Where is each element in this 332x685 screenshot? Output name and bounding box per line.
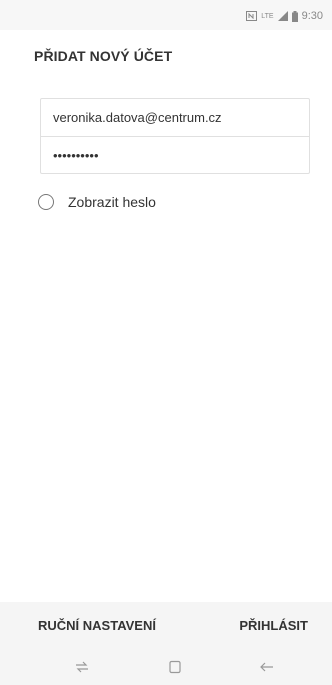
login-form	[40, 98, 310, 174]
show-password-option[interactable]: Zobrazit heslo	[38, 192, 156, 212]
page-title: PŘIDAT NOVÝ ÚČET	[34, 48, 173, 64]
status-icons: LTE 9:30	[246, 9, 323, 23]
action-bar: RUČNÍ NASTAVENÍ PŘIHLÁSIT	[0, 602, 332, 648]
battery-icon	[291, 10, 298, 22]
nfc-icon	[246, 11, 258, 21]
back-icon[interactable]	[258, 658, 276, 676]
status-bar: LTE 9:30	[0, 0, 332, 30]
home-icon[interactable]	[166, 658, 184, 676]
lte-icon: LTE	[261, 12, 274, 20]
password-field[interactable]	[41, 137, 309, 174]
email-field[interactable]	[41, 99, 309, 136]
navigation-bar	[0, 648, 332, 685]
clock: 9:30	[301, 10, 323, 22]
show-password-label: Zobrazit heslo	[68, 194, 156, 210]
show-password-radio[interactable]	[38, 194, 54, 210]
signal-icon	[277, 11, 288, 21]
sign-in-button[interactable]: PŘIHLÁSIT	[239, 618, 308, 633]
recent-apps-icon[interactable]	[73, 658, 91, 676]
manual-setup-button[interactable]: RUČNÍ NASTAVENÍ	[38, 618, 156, 633]
